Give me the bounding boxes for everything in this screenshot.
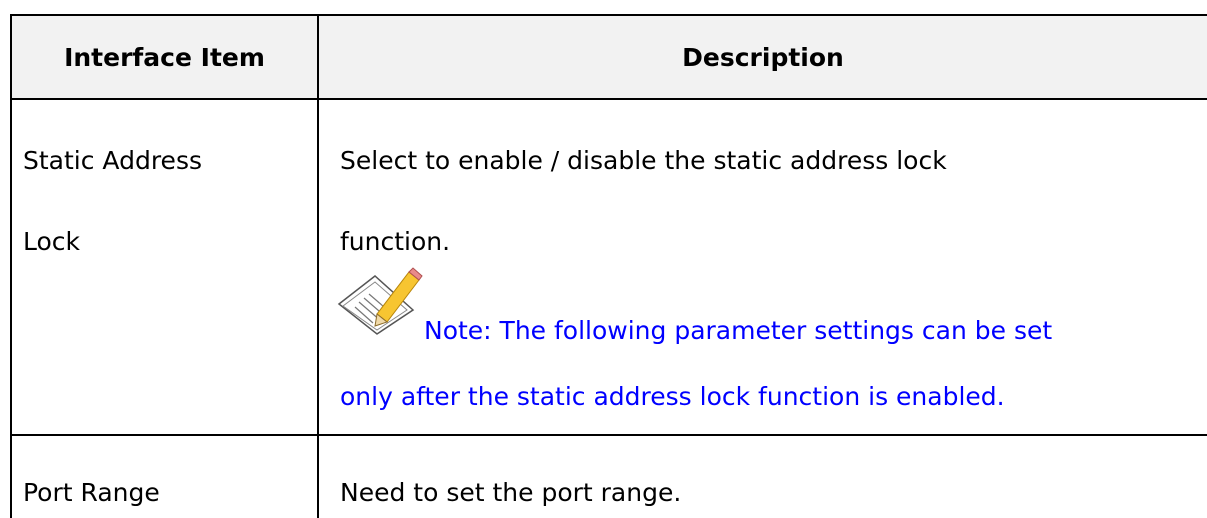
desc-port-range: Need to set the port range. — [340, 478, 682, 507]
table-top-border — [10, 14, 1207, 16]
row-divider — [10, 434, 1207, 436]
note-line1: Note: The following parameter settings c… — [424, 316, 1053, 345]
item-static-address-lock-line1: Static Address — [23, 146, 202, 175]
table-left-border — [10, 14, 12, 518]
note-pencil-icon — [337, 267, 423, 335]
desc-static-address-lock-line1: Select to enable / disable the static ad… — [340, 146, 947, 175]
header-divider — [10, 98, 1207, 100]
item-port-range: Port Range — [23, 478, 160, 507]
item-static-address-lock-line2: Lock — [23, 227, 81, 256]
interface-table: Interface Item Description Static Addres… — [10, 14, 1207, 518]
header-interface-item: Interface Item — [64, 43, 265, 72]
column-divider — [317, 14, 319, 518]
note-line2: only after the static address lock funct… — [340, 382, 1005, 411]
header-description: Description — [682, 43, 844, 72]
desc-static-address-lock-line2: function. — [340, 227, 451, 256]
